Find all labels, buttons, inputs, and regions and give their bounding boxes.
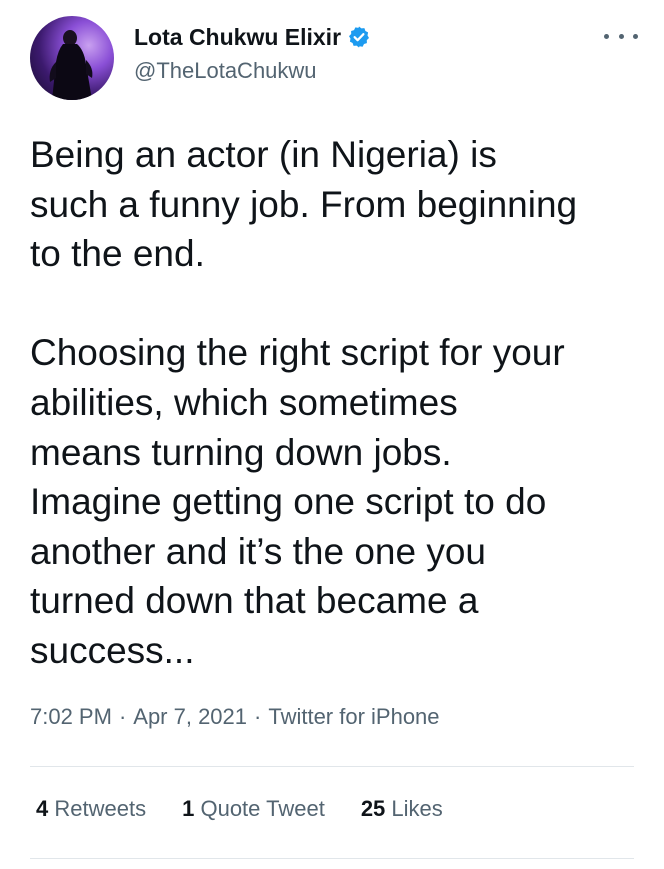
quote-tweets-count: 1 xyxy=(182,796,195,821)
likes-count: 25 xyxy=(360,796,386,821)
engagement-stats: 4 Retweets 1 Quote Tweet 25 Likes xyxy=(36,796,479,822)
divider xyxy=(30,858,634,859)
tweet-paragraph: Choosing the right script for your abili… xyxy=(30,332,565,671)
separator: · xyxy=(254,704,262,729)
quote-tweets-label: Quote Tweet xyxy=(200,796,325,821)
tweet-detail: Lota Chukwu Elixir @TheLotaChukwu Being … xyxy=(0,0,664,869)
retweets-count: 4 xyxy=(36,796,49,821)
tweet-text: Being an actor (in Nigeria) is such a fu… xyxy=(30,130,640,676)
retweets-label: Retweets xyxy=(54,796,147,821)
divider xyxy=(30,766,634,767)
likes-label: Likes xyxy=(391,796,443,821)
tweet-time[interactable]: 7:02 PM xyxy=(30,704,112,730)
author-display-name[interactable]: Lota Chukwu Elixir xyxy=(134,24,341,51)
tweet-source[interactable]: Twitter for iPhone xyxy=(268,704,439,730)
retweets-stat[interactable]: 4 Retweets xyxy=(36,796,146,822)
tweet-metadata: 7:02 PM · Apr 7, 2021 · Twitter for iPho… xyxy=(30,704,440,730)
profile-photo-icon xyxy=(49,30,93,100)
separator: · xyxy=(118,704,127,729)
more-options-icon[interactable] xyxy=(604,26,638,46)
tweet-paragraph: Being an actor (in Nigeria) is such a fu… xyxy=(30,134,578,275)
avatar[interactable] xyxy=(30,16,114,100)
quote-tweets-stat[interactable]: 1 Quote Tweet xyxy=(182,796,325,822)
tweet-date[interactable]: Apr 7, 2021 xyxy=(133,704,247,730)
author-handle[interactable]: @TheLotaChukwu xyxy=(134,58,317,84)
verified-badge-icon xyxy=(347,25,371,49)
likes-stat[interactable]: 25 Likes xyxy=(361,796,443,822)
author-name-row[interactable]: Lota Chukwu Elixir xyxy=(134,22,371,52)
